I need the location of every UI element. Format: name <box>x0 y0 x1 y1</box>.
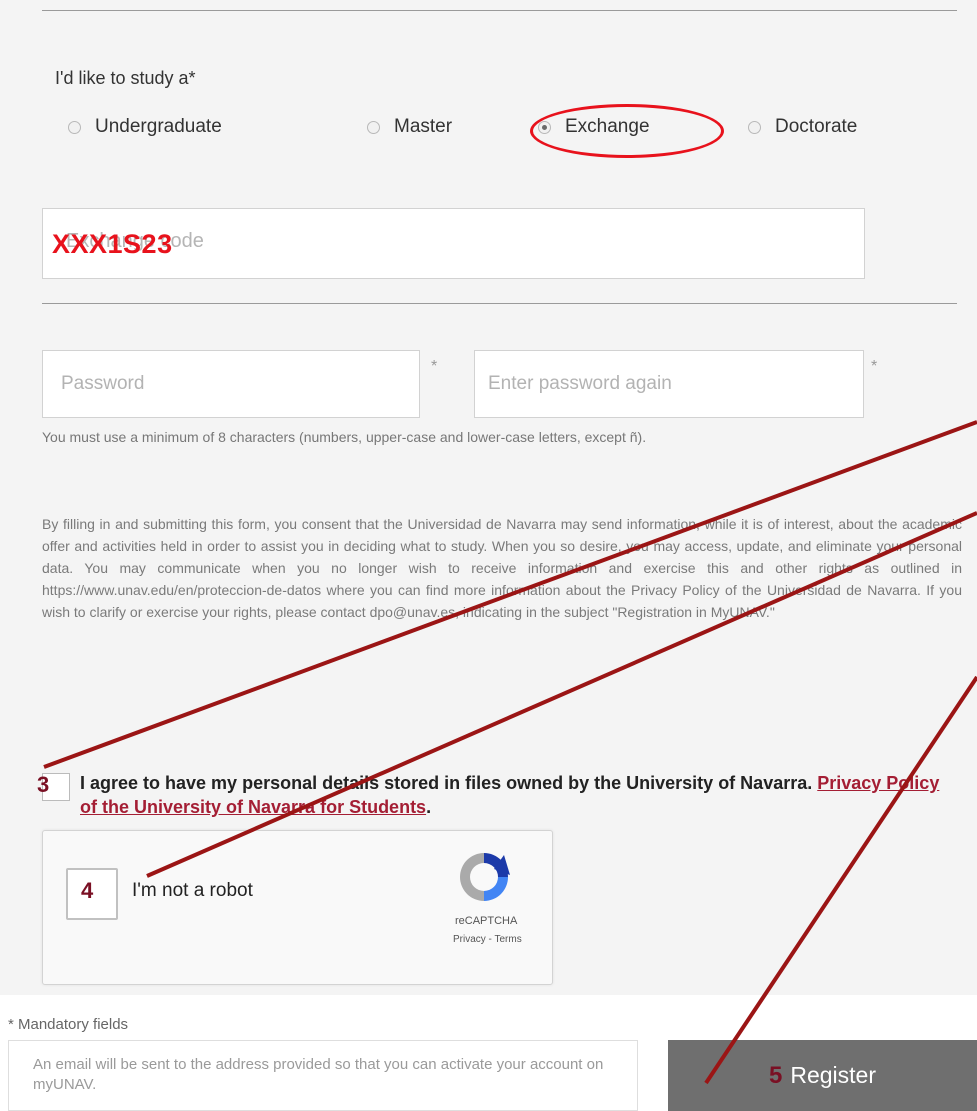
radio-master-dot[interactable] <box>367 120 380 134</box>
study-type-radio-group: Undergraduate Master Exchange Doctorate <box>0 116 977 146</box>
radio-exchange-dot[interactable] <box>538 120 551 134</box>
register-button[interactable]: 5 Register <box>668 1040 977 1111</box>
radio-doctorate-dot[interactable] <box>748 120 761 134</box>
recaptcha-brand: reCAPTCHA <box>455 915 518 927</box>
radio-doctorate-label: Doctorate <box>775 116 858 137</box>
radio-master[interactable]: Master <box>367 116 452 138</box>
step-4-label: 4 <box>81 878 94 903</box>
mandatory-fields-note: * Mandatory fields <box>8 1016 129 1033</box>
radio-exchange-label: Exchange <box>565 116 650 137</box>
radio-exchange[interactable]: Exchange <box>538 116 650 138</box>
recaptcha-privacy-terms[interactable]: Privacy - Terms <box>453 934 522 945</box>
radio-undergraduate[interactable]: Undergraduate <box>68 116 222 138</box>
agree-statement-text: I agree to have my personal details stor… <box>80 773 813 793</box>
step-3-label: 3 <box>37 772 50 797</box>
radio-master-label: Master <box>394 116 453 137</box>
top-divider <box>42 10 957 11</box>
register-button-label: Register <box>790 1062 876 1088</box>
agree-statement-period: . <box>426 797 432 817</box>
agree-statement: I agree to have my personal details stor… <box>80 771 960 819</box>
password-placeholder: Password <box>61 373 145 394</box>
radio-undergraduate-label: Undergraduate <box>95 116 222 137</box>
middle-divider <box>42 303 957 304</box>
privacy-consent-text: By filling in and submitting this form, … <box>42 516 962 620</box>
password-confirm-placeholder: Enter password again <box>488 373 672 394</box>
password-required-mark: * <box>431 358 438 375</box>
password-confirm-required-mark: * <box>871 358 878 375</box>
exchange-code-annotation: XXX1S23 <box>52 229 173 259</box>
password-hint: You must use a minimum of 8 characters (… <box>42 429 647 445</box>
study-type-label: I'd like to study a* <box>55 68 196 88</box>
recaptcha-logo-icon <box>460 853 510 901</box>
radio-doctorate[interactable]: Doctorate <box>748 116 857 138</box>
recaptcha-label: I'm not a robot <box>132 880 253 901</box>
activation-email-note: An email will be sent to the address pro… <box>8 1040 638 1111</box>
radio-undergraduate-dot[interactable] <box>68 120 81 134</box>
step-5-label: 5 <box>768 1061 783 1089</box>
